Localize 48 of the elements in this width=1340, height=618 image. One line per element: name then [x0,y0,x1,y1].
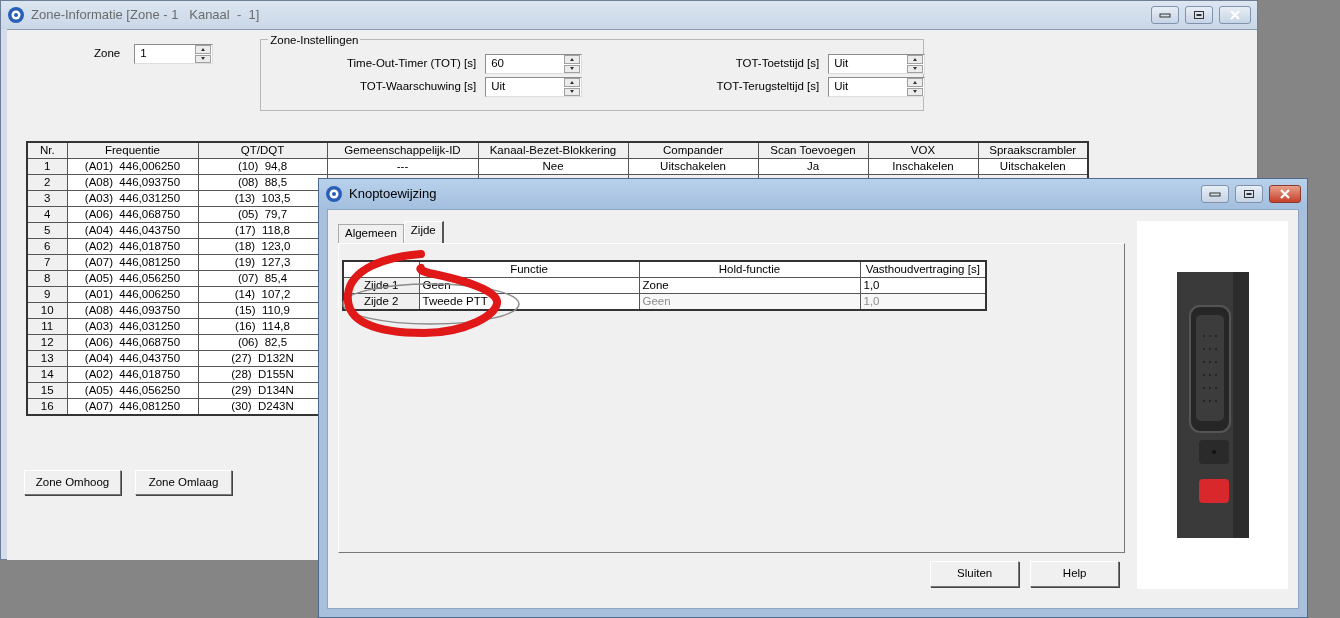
column-header: Hold-functie [639,261,860,278]
column-header: Frequentie [67,142,198,159]
column-header: Spraakscrambler [978,142,1088,159]
spin-field[interactable]: Uit [485,77,583,97]
column-header: Scan Toevoegen [758,142,868,159]
field-label: TOT-Terugsteltijd [s] [715,79,820,95]
column-header: Functie [419,261,639,278]
minimize-icon [1209,190,1221,198]
field-label: Time-Out-Timer (TOT) [s] [345,56,477,72]
field-label: TOT-Toetstijd [s] [734,56,820,72]
maximize-button[interactable] [1185,6,1213,24]
spinner-arrows-icon[interactable] [907,78,924,96]
column-header: Vasthoudvertraging [s] [860,261,986,278]
column-header: Gemeenschappelijk-ID [327,142,478,159]
dialog-button[interactable]: Help [1030,561,1120,587]
minimize-button[interactable] [1151,6,1179,24]
tab[interactable]: Zijde [403,221,444,243]
close-button[interactable] [1269,185,1301,203]
field-label: TOT-Waarschuwing [s] [358,79,477,95]
spinner-arrows-icon[interactable] [564,55,581,73]
column-header: VOX [868,142,978,159]
spinner-arrows-icon[interactable] [564,78,581,96]
minimize-button[interactable] [1201,185,1229,203]
spin-field[interactable]: Uit [828,54,926,74]
column-header: Nr. [27,142,67,159]
maximize-icon [1243,189,1255,199]
app-icon [7,6,25,24]
zone-button[interactable]: Zone Omhoog [24,470,121,495]
column-header: Kanaal-Bezet-Blokkering [478,142,628,159]
spin-field[interactable]: 60 [485,54,583,74]
tab[interactable]: Algemeen [338,224,404,243]
spinner-arrows-icon[interactable] [195,45,212,63]
window-title: Knoptoewijzing [349,185,437,204]
dialog-button[interactable]: Sluiten [930,561,1020,587]
close-icon [1279,189,1291,199]
app-icon [325,185,343,203]
minimize-icon [1159,11,1171,19]
close-icon [1229,10,1241,20]
zone-button[interactable]: Zone Omlaag [135,470,232,495]
column-header: Compander [628,142,758,159]
maximize-button[interactable] [1235,185,1263,203]
field-label: Zone [94,46,121,62]
spinner-arrows-icon[interactable] [907,55,924,73]
maximize-icon [1193,10,1205,20]
spin-field[interactable]: 1 [134,44,214,64]
window-title: Zone-Informatie [Zone - 1 Kanaal - 1] [31,6,260,25]
column-header: QT/DQT [198,142,327,159]
spin-field[interactable]: Uit [828,77,926,97]
